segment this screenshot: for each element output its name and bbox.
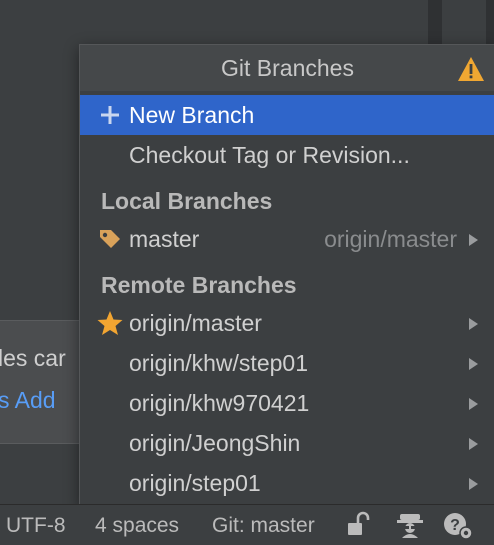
checkout-tag-label: Checkout Tag or Revision... xyxy=(129,142,410,168)
local-branch-master[interactable]: master origin/master xyxy=(80,219,494,259)
branch-name: origin/step01 xyxy=(129,470,261,496)
status-bar: UTF-8 4 spaces Git: master ? xyxy=(0,504,494,545)
submenu-arrow-icon xyxy=(469,234,478,246)
git-branches-popup: Git Branches New Branch Checkout Tag or … xyxy=(79,44,494,506)
inspector-icon[interactable] xyxy=(396,511,424,539)
remote-branch-origin-step01[interactable]: origin/step01 xyxy=(80,463,494,503)
warning-triangle-icon[interactable] xyxy=(457,56,485,82)
local-branches-header: Local Branches xyxy=(101,188,273,214)
star-icon xyxy=(97,303,123,343)
notification-text: les car xyxy=(0,345,66,371)
submenu-arrow-icon xyxy=(469,478,478,490)
remote-branch-origin-khw970421[interactable]: origin/khw970421 xyxy=(80,383,494,423)
submenu-arrow-icon xyxy=(469,318,478,330)
tag-icon xyxy=(97,219,123,259)
submenu-arrow-icon xyxy=(469,398,478,410)
plus-icon xyxy=(97,95,123,135)
remote-branches-header: Remote Branches xyxy=(101,272,297,298)
submenu-arrow-icon xyxy=(469,358,478,370)
checkout-tag-item[interactable]: Checkout Tag or Revision... xyxy=(80,135,494,175)
submenu-arrow-icon xyxy=(469,438,478,450)
help-settings-icon[interactable]: ? xyxy=(442,511,474,541)
tracking-branch: origin/master xyxy=(324,226,457,252)
branch-name: origin/khw/step01 xyxy=(129,350,308,376)
remote-branch-origin-khw-step01[interactable]: origin/khw/step01 xyxy=(80,343,494,383)
file-encoding[interactable]: UTF-8 xyxy=(6,514,66,538)
popup-header: Git Branches xyxy=(80,45,494,91)
new-branch-item[interactable]: New Branch xyxy=(80,95,494,135)
remote-branch-origin-master[interactable]: origin/master xyxy=(80,303,494,343)
new-branch-label: New Branch xyxy=(129,102,255,128)
lock-open-icon[interactable] xyxy=(346,511,370,537)
notification-balloon: les car s Add xyxy=(0,320,80,444)
indent-setting[interactable]: 4 spaces xyxy=(95,514,179,538)
notification-link[interactable]: s Add xyxy=(0,387,56,414)
git-branch-widget[interactable]: Git: master xyxy=(212,514,315,538)
branch-name: master xyxy=(129,226,200,252)
branch-name: origin/JeongShin xyxy=(129,430,301,456)
svg-text:?: ? xyxy=(450,517,460,534)
popup-title: Git Branches xyxy=(221,55,354,81)
remote-branch-origin-jeongshin[interactable]: origin/JeongShin xyxy=(80,423,494,463)
branch-name: origin/master xyxy=(129,310,262,336)
branch-name: origin/khw970421 xyxy=(129,390,310,416)
